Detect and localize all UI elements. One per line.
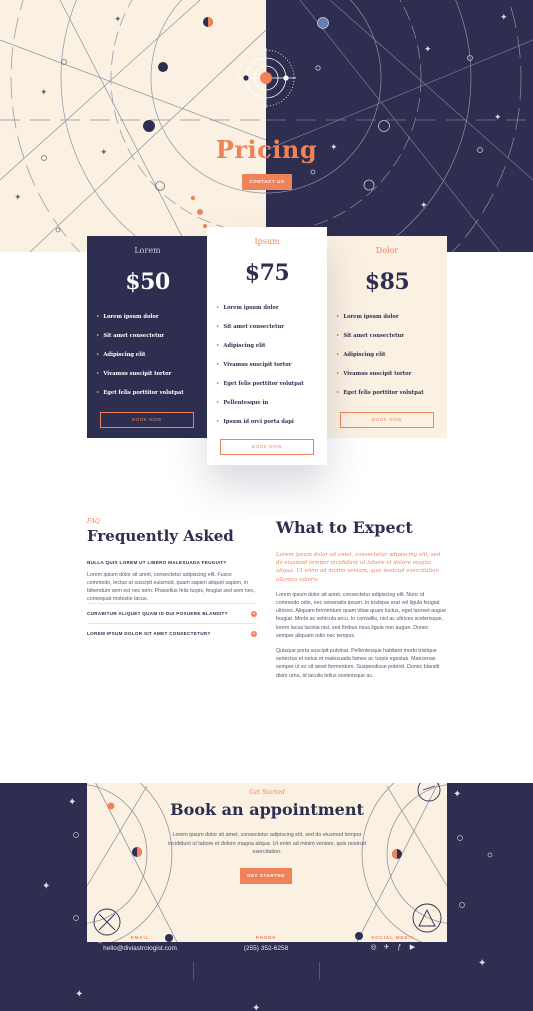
twitter-icon[interactable]: ✈ (383, 944, 391, 952)
svg-text:✦: ✦ (453, 789, 461, 800)
feature-item: Eget felis porttitor volutpat (96, 389, 208, 408)
footer-email: EMAIL hello@diviastrologist.com (85, 935, 195, 952)
feature-item: Ipsum id orci porta dapi (216, 418, 327, 437)
svg-text:✦: ✦ (500, 13, 508, 23)
feature-item: Vivamus suscipit tortor (216, 361, 327, 380)
get-started-button[interactable]: GET STARTED (240, 868, 292, 884)
faq-item[interactable]: CURABITUR ALIQUET QUAM ID DUI POSUERE BL… (87, 603, 257, 623)
svg-text:✦: ✦ (252, 1003, 260, 1011)
plus-icon[interactable]: + (251, 611, 257, 617)
expect-title: What to Expect (276, 518, 413, 537)
what-to-expect-section: What to Expect Lorem ipsum dolor sit ame… (276, 518, 446, 680)
expect-paragraph: Lorem ipsum dolor sit amet, consectetur … (276, 591, 446, 639)
phone-link[interactable]: (255) 352-6258 (211, 945, 321, 952)
faq-item[interactable]: LOREM IPSUM DOLOR SIT AMET CONSECTETUR? … (87, 623, 257, 643)
feature-item: Lorem ipsum dolor (216, 304, 327, 323)
svg-text:✦: ✦ (42, 881, 50, 892)
instagram-icon[interactable]: ◎ (370, 944, 378, 952)
svg-text:✦: ✦ (14, 193, 22, 203)
book-now-button[interactable]: BOOK NOW (220, 439, 314, 455)
facebook-icon[interactable]: ƒ (396, 944, 404, 952)
feature-item: Eget felis porttitor volutpat (216, 380, 327, 399)
svg-text:✦: ✦ (420, 201, 428, 211)
faq-question-open[interactable]: NULLA QUIS LOREM UT LIBERO MALESUADA FEU… (87, 560, 257, 565)
hero-section: ✦ ✦ ✦ ✦ ✦ ✦ ✦ ✦ ✦ Pricing CONTACT US (0, 0, 533, 252)
svg-text:✦: ✦ (424, 45, 432, 55)
plan-name: Ipsum (254, 237, 280, 246)
appointment-title: Book an appointment (170, 800, 364, 819)
footer-divider (319, 962, 320, 980)
pricing-card-lorem: Lorem $50 Lorem ipsum dolor Sit amet con… (87, 236, 208, 438)
footer-divider (193, 962, 194, 980)
feature-item: Adipiscing elit (216, 342, 327, 361)
feature-item: Lorem ipsum dolor (336, 313, 447, 332)
pricing-card-dolor: Dolor $85 Lorem ipsum dolor Sit amet con… (327, 236, 447, 438)
contact-us-button[interactable]: CONTACT US (242, 174, 292, 190)
expect-lead: Lorem ipsum dolor sit amet, consectetur … (276, 552, 441, 583)
feature-item: Vivamus suscipit tortor (96, 370, 208, 389)
feature-list: Lorem ipsum dolor Sit amet consectetur A… (87, 313, 208, 408)
feature-item: Lorem ipsum dolor (96, 313, 208, 332)
feature-item: Pellentesque in (216, 399, 327, 418)
svg-text:✦: ✦ (68, 797, 76, 808)
plan-name: Dolor (375, 246, 399, 255)
appointment-section: ✦ ✦ ✦ ✦ ✦ ✦ Get Started Book an appointm… (0, 783, 533, 1011)
footer-phone: PHONE (255) 352-6258 (211, 935, 321, 952)
svg-text:✦: ✦ (478, 958, 486, 969)
plan-price: $50 (125, 269, 170, 295)
feature-item: Adipiscing elit (336, 351, 447, 370)
appointment-card: Get Started Book an appointment Lorem ip… (87, 783, 447, 942)
faq-question: LOREM IPSUM DOLOR SIT AMET CONSECTETUR? (87, 631, 211, 636)
faq-question: CURABITUR ALIQUET QUAM ID DUI POSUERE BL… (87, 611, 228, 616)
email-link[interactable]: hello@diviastrologist.com (85, 945, 195, 952)
faq-answer: Lorem ipsum dolor sit amet, consectetur … (87, 572, 255, 602)
plan-price: $75 (244, 260, 290, 286)
expect-paragraph: Quisque porta suscipit pulvinar. Pellent… (276, 648, 440, 679)
footer-social: SOCIAL MEDIA ◎ ✈ ƒ ▶ (338, 935, 448, 952)
feature-item: Eget felis porttitor volutpat (336, 389, 447, 408)
svg-text:✦: ✦ (494, 113, 502, 123)
faq-eyebrow: FAQ (87, 518, 100, 525)
feature-list: Lorem ipsum dolor Sit amet consectetur A… (327, 313, 447, 408)
svg-text:✦: ✦ (75, 989, 83, 1000)
book-now-button[interactable]: BOOK NOW (100, 412, 194, 428)
celestial-map-illustration: ✦✦✦✦ ✦✦✦✦✦ (0, 0, 533, 252)
feature-list: Lorem ipsum dolor Sit amet consectetur A… (207, 304, 327, 437)
social-links: ◎ ✈ ƒ ▶ (338, 944, 448, 952)
feature-item: Sit amet consectetur (216, 323, 327, 342)
feature-item: Sit amet consectetur (336, 332, 447, 351)
appointment-text: Lorem ipsum dolor sit amet, consectetur … (168, 832, 366, 856)
plus-icon[interactable]: + (251, 631, 257, 637)
social-label: SOCIAL MEDIA (371, 935, 415, 940)
faq-section: FAQ Frequently Asked NULLA QUIS LOREM UT… (87, 518, 257, 643)
page-title: Pricing (215, 135, 318, 164)
pricing-card-ipsum: Ipsum $75 Lorem ipsum dolor Sit amet con… (207, 227, 327, 465)
book-now-button[interactable]: BOOK NOW (340, 412, 434, 428)
phone-label: PHONE (255, 935, 277, 940)
email-label: EMAIL (130, 935, 150, 940)
plan-price: $85 (364, 269, 410, 295)
appointment-eyebrow: Get Started (249, 789, 285, 796)
svg-text:✦: ✦ (114, 15, 122, 25)
feature-item: Sit amet consectetur (96, 332, 208, 351)
plan-name: Lorem (134, 246, 161, 255)
youtube-icon[interactable]: ▶ (409, 944, 417, 952)
feature-item: Vivamus suscipit tortor (336, 370, 447, 389)
svg-text:✦: ✦ (40, 88, 48, 98)
feature-item: Adipiscing elit (96, 351, 208, 370)
faq-title: Frequently Asked (87, 527, 234, 545)
